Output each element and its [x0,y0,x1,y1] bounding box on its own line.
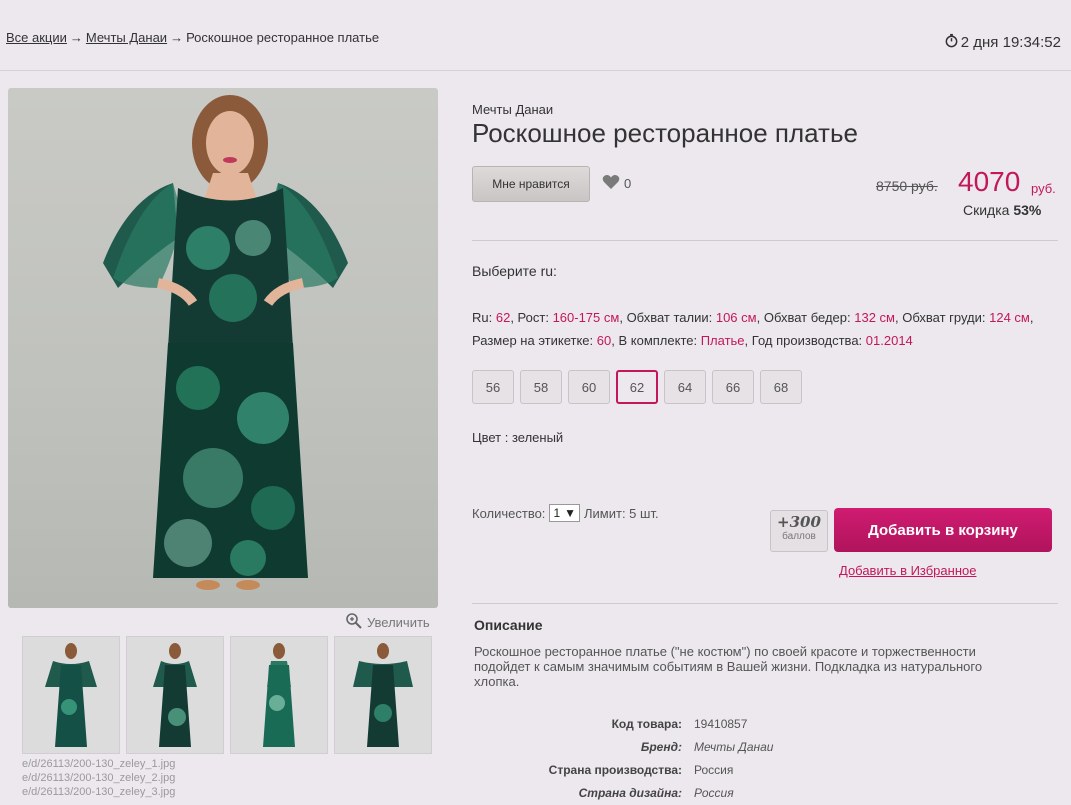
param-label: Обхват бедер: [763,310,855,325]
product-color: Цвет : зеленый [472,430,564,445]
param-value: Платье [700,333,745,348]
param-label: Рост: [517,310,553,325]
size-option[interactable]: 68 [760,370,802,404]
discount-value: 53% [1013,202,1042,218]
breadcrumb-separator: → [170,30,184,45]
quantity-value: 1 [553,506,561,520]
old-price: 8750 руб. [876,178,938,194]
param-value: 132 см [854,310,895,325]
thumbnail-strip [22,636,432,754]
spec-key: Страна производства: [548,763,682,777]
spec-value: 19410857 [694,717,748,731]
size-option[interactable]: 58 [520,370,562,404]
add-to-favorites-link[interactable]: Добавить в Избранное [839,563,976,578]
spec-value: Мечты Данаи [694,740,774,754]
param-separator: , [1029,310,1034,325]
thumbnail-3[interactable] [230,636,328,754]
heart-icon [602,174,620,193]
dropdown-arrow-icon: ▼ [564,506,577,520]
product-title: Роскошное ресторанное платье [472,118,858,148]
size-option-selected[interactable]: 62 [616,370,658,404]
countdown-timer: 2 дня 19:34:52 [944,33,1061,52]
stopwatch-icon [944,33,959,52]
param-label: Обхват талии: [626,310,716,325]
product-brand: Мечты Данаи [472,102,554,117]
thumbnail-4[interactable] [334,636,432,754]
size-parameters: Ru: 62, Рост: 160-175 см, Обхват талии: … [472,306,1052,352]
product-specs: Код товара: 19410857 Бренд: Мечты Данаи … [474,713,974,805]
limit-text: Лимит: 5 шт. [584,505,659,521]
size-heading: Выберите ru: [472,263,557,279]
param-label: Ru: [472,310,496,325]
bonus-label: баллов [782,531,816,542]
spec-key: Код товара: [611,717,682,731]
image-file-name: e/d/26113/200-130_zeley_2.jpg [22,772,176,784]
spec-key: Бренд: [640,740,682,754]
quantity-row: Количество: 1 ▼ Лимит: 5 шт. [472,504,659,522]
like-button[interactable]: Мне нравится [472,166,590,202]
image-file-name: e/d/26113/200-130_zeley_1.jpg [22,758,176,770]
description-text: Роскошное ресторанное платье ("не костюм… [474,644,983,689]
spec-row: Код товара: 19410857 [474,713,974,736]
param-value: 160-175 см [552,310,620,325]
quantity-label: Количество: [472,505,546,521]
bonus-value: +300 [777,513,821,531]
param-label: Размер на этикетке: [472,333,597,348]
param-value: 62 [495,310,511,325]
param-value: 60 [596,333,612,348]
price-currency: руб. [1031,181,1056,196]
divider [472,603,1058,604]
spec-row: Бренд: Мечты Данаи [474,736,974,759]
param-value: 01.2014 [865,333,913,348]
image-file-name: e/d/26113/200-130_zeley_3.jpg [22,786,176,798]
param-separator: , [756,310,764,325]
thumbnail-2[interactable] [126,636,224,754]
discount: Скидка 53% [963,202,1041,218]
breadcrumb-brand[interactable]: Мечты Данаи [86,30,167,45]
add-to-cart-button[interactable]: Добавить в корзину [834,508,1052,552]
param-separator: , [619,310,627,325]
new-price: 4070 [958,166,1021,197]
discount-label: Скидка [963,202,1010,218]
param-label: Обхват груди: [902,310,990,325]
param-separator: , [510,310,518,325]
zoom-label: Увеличить [367,615,430,630]
zoom-link[interactable]: Увеличить [345,612,430,633]
breadcrumb-all-promotions[interactable]: Все акции [6,30,67,45]
breadcrumb: Все акции → Мечты Данаи → Роскошное ресторан… [6,30,379,45]
param-label: В комплекте: [618,333,701,348]
timer-text: 2 дня 19:34:52 [960,34,1061,51]
image-file-list: e/d/26113/200-130_zeley_1.jpg e/d/26113/… [22,757,175,799]
breadcrumb-separator: → [69,30,83,45]
spec-row: Страна дизайна: Россия [474,782,974,805]
size-option[interactable]: 56 [472,370,514,404]
size-option[interactable]: 64 [664,370,706,404]
description-heading: Описание [474,617,543,633]
magnifier-icon [345,612,363,633]
top-bar: Все акции → Мечты Данаи → Роскошное ресторан… [0,0,1071,71]
param-label: Год производства: [751,333,866,348]
breadcrumb-current: Роскошное ресторанное платье [186,30,380,45]
bonus-points-badge: +300 баллов [770,510,828,552]
param-value: 124 см [989,310,1030,325]
product-main-image[interactable] [8,88,438,608]
quantity-select[interactable]: 1 ▼ [549,504,581,522]
spec-value: Россия [694,763,734,777]
spec-key: Страна дизайна: [578,786,682,800]
spec-row: Страна производства: Россия [474,759,974,782]
param-value: 106 см [715,310,757,325]
size-option[interactable]: 66 [712,370,754,404]
divider [472,240,1058,241]
spec-value: Россия [694,786,734,800]
likes-counter: 0 [602,174,631,193]
size-options: 56 58 60 62 64 66 68 [472,370,802,404]
likes-count: 0 [624,176,632,191]
size-option[interactable]: 60 [568,370,610,404]
thumbnail-1[interactable] [22,636,120,754]
param-separator: , [744,333,752,348]
